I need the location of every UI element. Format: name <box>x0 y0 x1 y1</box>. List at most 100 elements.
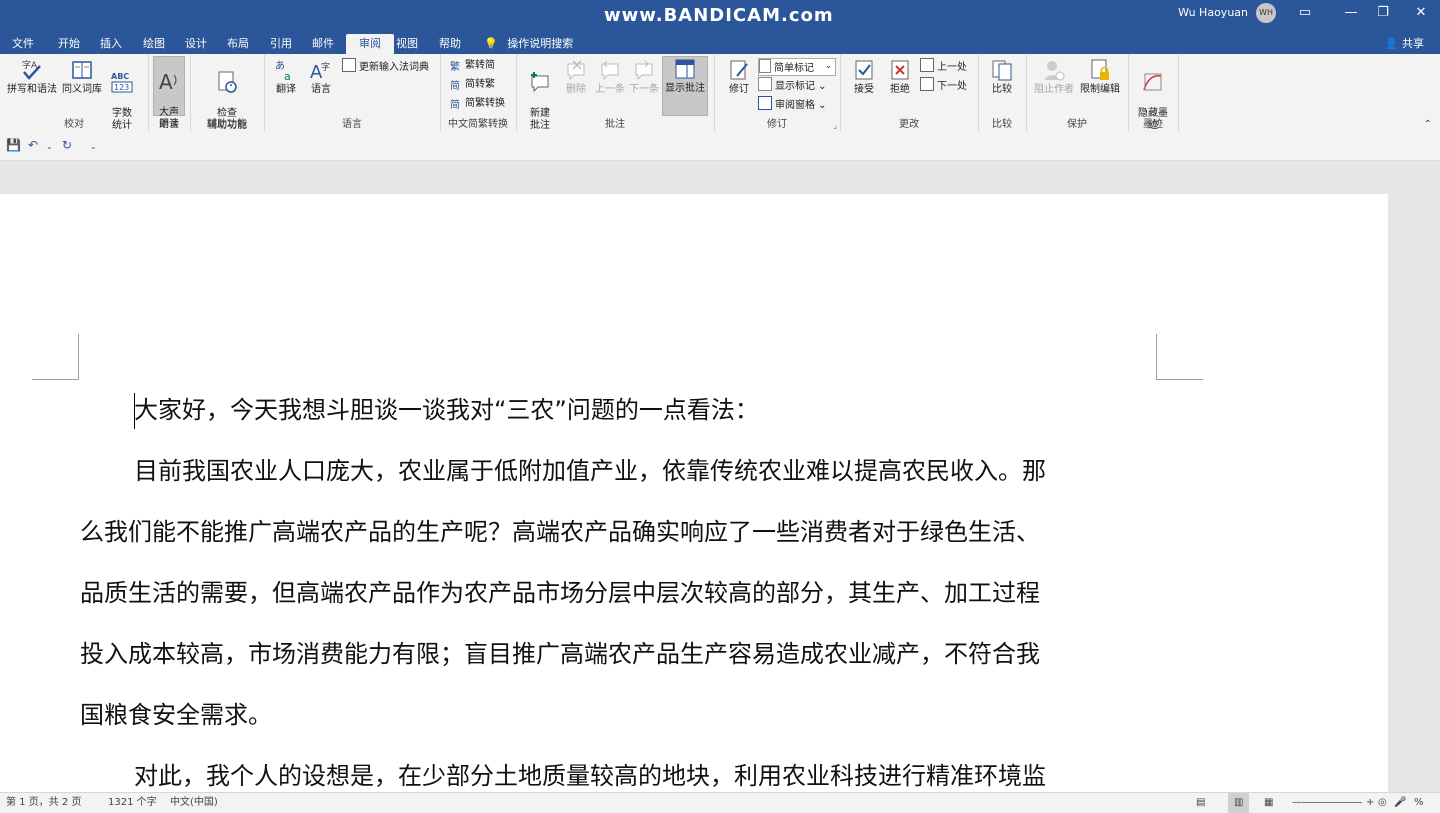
zoom-in-icon[interactable]: + <box>1366 793 1374 813</box>
next-change-button[interactable]: 下一处 <box>920 77 967 93</box>
reviewing-pane-icon <box>758 96 772 110</box>
undo-icon[interactable]: ↶ <box>28 138 38 152</box>
tell-me-search[interactable]: 💡 操作说明搜索 <box>484 34 573 54</box>
traditional-to-simplified-icon: 繁 <box>450 62 460 73</box>
tab-review[interactable]: 审阅 <box>346 34 394 54</box>
zoom-slider[interactable] <box>1302 802 1362 803</box>
close-icon[interactable]: ✕ <box>1408 2 1434 24</box>
tab-draw[interactable]: 绘图 <box>139 34 169 54</box>
redo-icon[interactable]: ↻ <box>62 138 72 152</box>
next-change-icon <box>920 77 934 91</box>
reviewing-pane-button[interactable]: 审阅窗格 ⌄ <box>758 96 827 112</box>
share-button[interactable]: 👤 共享 <box>1385 34 1424 54</box>
tab-help[interactable]: 帮助 <box>435 34 465 54</box>
group-label: 中文简繁转换 <box>448 119 508 130</box>
zoom-out-icon[interactable]: — <box>1292 793 1302 813</box>
zoom-level[interactable]: % <box>1414 793 1424 813</box>
recording-watermark: www.BANDICAM.com <box>604 5 834 26</box>
paragraph-line[interactable]: 对此，我个人的设想是，在少部分土地质量较高的地块，利用农业科技进行精准环境监 <box>134 746 1212 792</box>
language-button[interactable]: A字 语言 <box>304 58 338 96</box>
ribbon-display-icon[interactable]: ▭ <box>1292 2 1318 24</box>
avatar[interactable]: WH <box>1256 3 1276 23</box>
group-chinese-conversion: 繁繁转简 简简转繁 简简繁转换 中文简繁转换 <box>440 54 517 132</box>
next-comment-button[interactable]: 下一条 <box>628 58 660 96</box>
spellcheck-icon: 字A <box>22 59 41 80</box>
paragraph-line[interactable]: 国粮食安全需求。 <box>80 685 1158 746</box>
accept-icon <box>855 60 873 80</box>
group-comments: 新建 批注 删除 上一条 下一条 显示批注 批注 <box>516 54 715 132</box>
group-label: 比较 <box>992 119 1012 130</box>
tab-design[interactable]: 设计 <box>181 34 211 54</box>
customize-qat-icon[interactable]: ⌄ <box>90 142 97 151</box>
show-comments-button[interactable]: 显示批注 <box>662 56 708 116</box>
book-icon <box>72 61 92 79</box>
collapse-ribbon-icon[interactable]: ⌃ <box>1424 119 1432 130</box>
compare-icon <box>992 60 1012 81</box>
group-label: 保护 <box>1067 119 1087 130</box>
tab-layout[interactable]: 布局 <box>223 34 253 54</box>
tab-home[interactable]: 开始 <box>54 34 84 54</box>
spelling-grammar-button[interactable]: 字A 拼写和语法 <box>4 58 60 96</box>
tab-mailings[interactable]: 邮件 <box>308 34 338 54</box>
update-ime-dictionary-button[interactable]: 更新输入法词典 <box>342 58 429 74</box>
word-count-icon: ABC 123 <box>111 72 133 93</box>
thesaurus-button[interactable]: 同义词库 <box>60 58 104 96</box>
reject-button[interactable]: 拒绝 <box>884 58 916 96</box>
page-count[interactable]: 第 1 页，共 2 页 <box>6 793 81 813</box>
tell-me-label: 操作说明搜索 <box>507 37 574 50</box>
restrict-editing-button[interactable]: 限制编辑 <box>1078 58 1122 96</box>
save-icon[interactable]: 💾 <box>6 138 21 152</box>
show-markup-button[interactable]: 显示标记 ⌄ <box>758 77 827 93</box>
paragraph-line[interactable]: 投入成本较高，市场消费能力有限；盲目推广高端农产品生产容易造成农业减产，不符合我 <box>80 624 1158 685</box>
document-page[interactable]: 大家好，今天我想斗胆谈一谈我对“三农”问题的一点看法： 目前我国农业人口庞大，农… <box>0 194 1388 792</box>
web-layout-icon[interactable]: ▦ <box>1264 793 1273 813</box>
track-changes-button[interactable]: 修订 <box>724 58 754 96</box>
tab-insert[interactable]: 插入 <box>96 34 126 54</box>
previous-change-icon <box>920 58 934 72</box>
read-aloud-button[interactable]: A 大声 朗读 <box>153 56 185 130</box>
to-traditional-button[interactable]: 简简转繁 <box>450 77 495 93</box>
group-speech: A 大声 朗读 语音 <box>148 54 191 132</box>
paragraph-line[interactable]: 品质生活的需要，但高端农产品作为农产品市场分层中层次较高的部分，其生产、加工过程 <box>80 563 1158 624</box>
previous-change-button[interactable]: 上一处 <box>920 58 967 74</box>
markup-select[interactable]: 简单标记 ⌄ <box>758 58 836 76</box>
chevron-down-icon[interactable]: ⌄ <box>46 142 53 151</box>
simplified-to-traditional-icon: 简 <box>450 81 460 92</box>
block-authors-button[interactable]: 阻止作者 <box>1032 58 1076 96</box>
lightbulb-icon: 💡 <box>484 37 498 50</box>
compare-button[interactable]: 比较 <box>986 58 1018 96</box>
delete-comment-button[interactable]: 删除 <box>560 58 592 96</box>
tab-references[interactable]: 引用 <box>266 34 296 54</box>
language-status[interactable]: 中文(中国) <box>170 793 218 813</box>
chevron-down-icon: ⌄ <box>815 100 827 111</box>
paragraph-line[interactable]: 么我们能不能推广高端农产品的生产呢？高端农产品确实响应了一些消费者对于绿色生活、 <box>80 502 1158 563</box>
accept-button[interactable]: 接受 <box>848 58 880 96</box>
crop-mark-right <box>1156 334 1203 380</box>
group-label: 批注 <box>605 119 625 130</box>
document-canvas[interactable]: 大家好，今天我想斗胆谈一谈我对“三农”问题的一点看法： 目前我国农业人口庞大，农… <box>0 161 1440 792</box>
user-name[interactable]: Wu Haoyuan <box>1178 6 1248 19</box>
restore-icon[interactable]: ❐ <box>1370 2 1396 24</box>
translate-button[interactable]: あa 翻译 <box>270 58 302 96</box>
group-label: 语音 <box>159 119 179 130</box>
block-authors-icon <box>1044 61 1065 81</box>
dialog-launcher-icon[interactable]: ⌟ <box>833 121 837 130</box>
group-proofing: 字A 拼写和语法 同义词库 ABC 123 字数 统计 校对 <box>0 54 149 132</box>
tab-file[interactable]: 文件 <box>8 34 38 54</box>
read-aloud-icon: A <box>159 70 177 93</box>
minimize-icon[interactable]: — <box>1338 2 1364 24</box>
paragraph-line[interactable]: 目前我国农业人口庞大，农业属于低附加值产业，依靠传统农业难以提高农民收入。那 <box>134 441 1212 502</box>
print-layout-icon[interactable]: ▥ <box>1228 793 1250 813</box>
dictate-icon[interactable]: 🎤 <box>1394 793 1406 813</box>
group-tracking: 修订 简单标记 ⌄ 显示标记 ⌄ 审阅窗格 ⌄ 修订 ⌟ <box>714 54 841 132</box>
chinese-conversion-button[interactable]: 简简繁转换 <box>450 96 505 112</box>
tab-view[interactable]: 视图 <box>392 34 422 54</box>
word-count[interactable]: 1321 个字 <box>108 793 157 813</box>
group-changes: 接受 拒绝 上一处 下一处 更改 <box>840 54 979 132</box>
accessibility-status-icon[interactable]: ◎ <box>1378 793 1387 813</box>
ribbon: 字A 拼写和语法 同义词库 ABC 123 字数 统计 校对 A 大声 朗读 语音… <box>0 54 1440 133</box>
to-simplified-button[interactable]: 繁繁转简 <box>450 58 495 74</box>
focus-mode-icon[interactable]: ▤ <box>1196 793 1205 813</box>
paragraph-greeting[interactable]: 大家好，今天我想斗胆谈一谈我对“三农”问题的一点看法： <box>134 380 1212 441</box>
previous-comment-button[interactable]: 上一条 <box>594 58 626 96</box>
